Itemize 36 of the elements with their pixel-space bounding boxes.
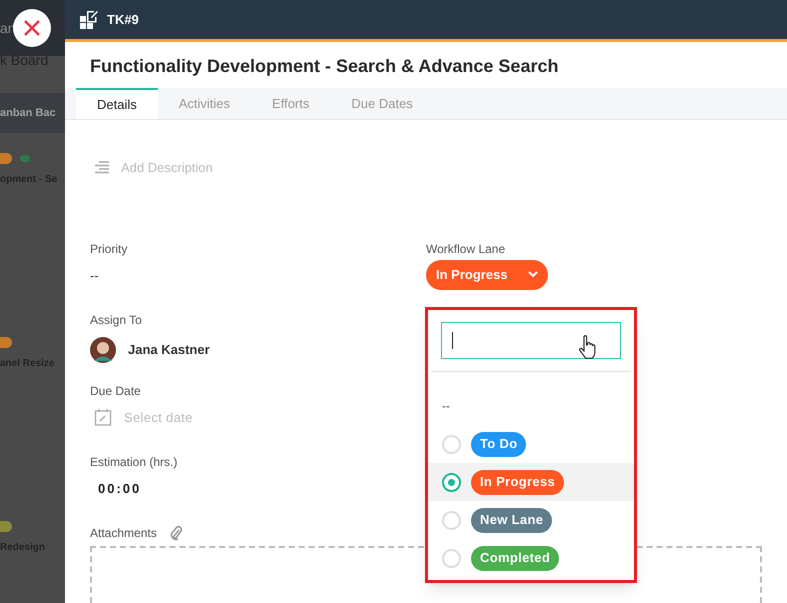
task-edit-icon (80, 10, 99, 30)
radio-button[interactable] (442, 472, 461, 492)
tab[interactable]: Activities (158, 88, 252, 120)
description-placeholder[interactable]: Add Description (121, 158, 213, 178)
estimation-value[interactable]: 00:00 (98, 478, 426, 498)
field-label: Due Date (90, 382, 142, 400)
pointer-hand-icon (578, 335, 596, 359)
tab[interactable]: Efforts (251, 88, 330, 120)
lane-option[interactable]: To Do (471, 432, 526, 456)
task-title: Functionality Development - Search & Advance Search (89, 55, 560, 78)
field-label: Attachments (90, 524, 157, 542)
lane-option[interactable]: Completed (471, 546, 560, 570)
lane-option[interactable]: New Lane (471, 508, 552, 532)
task-id: TK#9 (107, 10, 139, 29)
chevron-down-icon (528, 271, 538, 278)
card-icon (20, 155, 30, 162)
tab[interactable]: Due Dates (330, 88, 434, 120)
tab[interactable]: Details (76, 88, 158, 120)
field-label: Workflow Lane (426, 240, 506, 258)
lane-search-field[interactable] (441, 322, 621, 359)
lane-option[interactable]: In Progress (471, 470, 564, 494)
field-label: Assign To (90, 312, 143, 329)
paperclip-icon[interactable] (168, 524, 183, 541)
close-icon (24, 20, 40, 36)
field-label: Priority (90, 240, 128, 258)
lane-title: anban Bac (0, 106, 56, 121)
description-lines-icon (95, 161, 109, 174)
workflow-lane-dropdown[interactable]: In Progress (426, 260, 548, 290)
calendar-icon[interactable] (94, 408, 112, 426)
date-placeholder[interactable]: Select date (124, 408, 193, 428)
text-caret-icon (452, 332, 453, 349)
avatar-icon (90, 336, 116, 363)
menu-option[interactable]: -- (428, 387, 634, 425)
field-value: -- (90, 266, 100, 285)
assignee-name[interactable]: Jana Kastner (128, 340, 210, 360)
field-label: Estimation (hrs.) (90, 454, 178, 471)
